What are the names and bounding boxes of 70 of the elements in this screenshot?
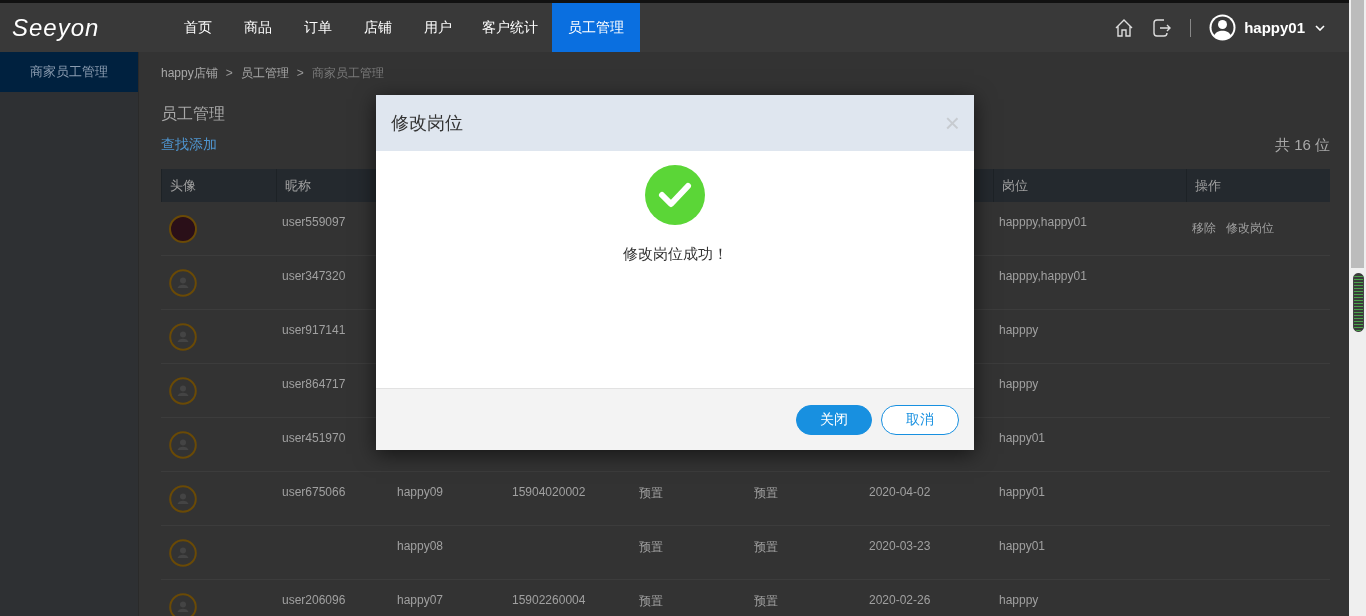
column-header: 岗位 bbox=[993, 169, 1186, 202]
table-cell: user675066 bbox=[282, 485, 346, 499]
chevron-down-icon[interactable] bbox=[1315, 24, 1325, 31]
logout-icon[interactable] bbox=[1152, 17, 1173, 38]
scrollbar[interactable] bbox=[1349, 0, 1366, 616]
username[interactable]: happy01 bbox=[1244, 19, 1305, 36]
success-check-icon bbox=[645, 165, 705, 225]
nav-tab[interactable]: 员工管理 bbox=[552, 3, 640, 52]
table-cell: happy01 bbox=[999, 431, 1046, 445]
table-cell: user864717 bbox=[282, 377, 346, 391]
table-cell: 2020-04-02 bbox=[869, 485, 931, 499]
nav-tab[interactable]: 订单 bbox=[288, 3, 348, 52]
table-cell: 2020-02-26 bbox=[869, 593, 931, 607]
page-title: 员工管理 bbox=[161, 104, 225, 124]
column-header: 操作 bbox=[1186, 169, 1330, 202]
table-cell: 预置 bbox=[754, 540, 778, 554]
table-cell: user206096 bbox=[282, 593, 346, 607]
user-avatar-icon[interactable] bbox=[1209, 14, 1237, 41]
default-avatar-icon bbox=[169, 268, 197, 297]
table-cell: happy09 bbox=[397, 485, 444, 499]
breadcrumb-separator: > bbox=[225, 66, 233, 80]
default-avatar-icon bbox=[169, 322, 197, 351]
table-cell: happpy bbox=[999, 323, 1039, 337]
table-cell: happy01 bbox=[999, 485, 1046, 499]
column-header: 头像 bbox=[161, 169, 276, 202]
table-cell: 15902260004 bbox=[512, 593, 586, 607]
default-avatar-icon bbox=[169, 430, 197, 459]
dialog-message: 修改岗位成功！ bbox=[622, 245, 728, 264]
breadcrumb-item: 商家员工管理 bbox=[311, 64, 384, 82]
close-dialog-button[interactable]: 关闭 bbox=[796, 404, 872, 435]
table-cell: 预置 bbox=[639, 594, 663, 608]
table-cell: user347320 bbox=[282, 269, 346, 283]
table-cell: happpy bbox=[999, 377, 1039, 391]
row-action-link[interactable]: 修改岗位 bbox=[1226, 220, 1274, 234]
table-cell: user559097 bbox=[282, 215, 346, 229]
avatar-photo-placeholder bbox=[169, 214, 197, 243]
table-cell: happpy,happy01 bbox=[999, 269, 1087, 283]
table-cell: user451970 bbox=[282, 431, 346, 445]
table-cell: 2020-03-23 bbox=[869, 539, 931, 553]
home-icon[interactable] bbox=[1114, 17, 1135, 38]
breadcrumb-separator: > bbox=[296, 66, 304, 80]
table-cell: happy08 bbox=[397, 539, 444, 553]
nav-tab[interactable]: 商品 bbox=[228, 3, 288, 52]
nav-tab[interactable]: 首页 bbox=[168, 3, 228, 52]
table-cell: 预置 bbox=[754, 594, 778, 608]
table-cell: 预置 bbox=[639, 540, 663, 554]
total-count: 共 16 位 bbox=[1274, 135, 1330, 155]
row-action-link[interactable]: 移除 bbox=[1192, 220, 1216, 234]
table-cell: happpy,happy01 bbox=[999, 215, 1087, 229]
nav-tab[interactable]: 客户统计 bbox=[468, 3, 552, 52]
breadcrumb-item[interactable]: happy店铺 bbox=[161, 64, 218, 82]
dialog-title: 修改岗位 bbox=[391, 112, 463, 135]
default-avatar-icon bbox=[169, 484, 197, 513]
default-avatar-icon bbox=[169, 376, 197, 405]
table-cell: happpy bbox=[999, 593, 1039, 607]
breadcrumb-item[interactable]: 员工管理 bbox=[240, 64, 289, 82]
cancel-button[interactable]: 取消 bbox=[881, 404, 959, 435]
table-cell: happy01 bbox=[999, 539, 1046, 553]
logo[interactable]: Seeyon bbox=[0, 3, 162, 52]
nav-tab[interactable]: 店铺 bbox=[348, 3, 408, 52]
default-avatar-icon bbox=[169, 592, 197, 616]
search-add-link[interactable]: 查找添加 bbox=[161, 136, 217, 154]
default-avatar-icon bbox=[169, 538, 197, 567]
table-cell: happy07 bbox=[397, 593, 444, 607]
nav-tab[interactable]: 用户 bbox=[408, 3, 468, 52]
table-cell: user917141 bbox=[282, 323, 346, 337]
table-cell: 预置 bbox=[639, 486, 663, 500]
table-cell: 预置 bbox=[754, 486, 778, 500]
sidebar-item[interactable]: 商家员工管理 bbox=[0, 52, 138, 92]
table-cell: 15904020002 bbox=[512, 485, 586, 499]
